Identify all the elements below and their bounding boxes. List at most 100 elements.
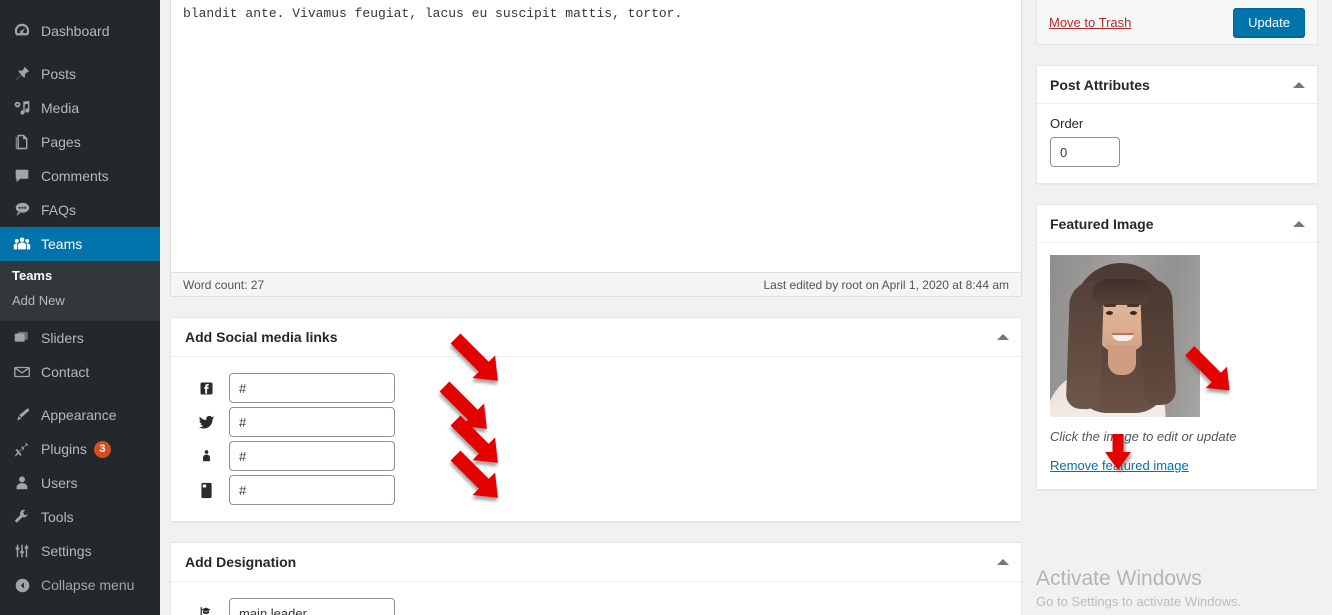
featured-image-header[interactable]: Featured Image [1037, 205, 1317, 243]
last-edited-label: Last edited by root on April 1, 2020 at … [763, 277, 1010, 292]
word-count-label: Word count: 27 [183, 277, 265, 292]
social-media-metabox-title: Add Social media links [185, 329, 338, 345]
pin-icon [12, 64, 32, 84]
sidebar-item-label: Contact [41, 364, 90, 380]
portrait-neck [1108, 345, 1136, 375]
sidebar-item-label: Teams [41, 236, 83, 252]
sidebar-item-label: Pages [41, 134, 81, 150]
side-column: Move to Trash Update Post Attributes Ord… [1036, 0, 1318, 490]
submenu-item-add-new[interactable]: Add New [0, 288, 160, 313]
sidebar-item-tools[interactable]: Tools [0, 500, 160, 534]
designation-metabox-header[interactable]: Add Designation [171, 543, 1021, 582]
sidebar-item-posts[interactable]: Posts [0, 57, 160, 91]
designation-metabox-title: Add Designation [185, 554, 297, 570]
featured-image-box: Featured Image Click the image to edit o… [1036, 204, 1318, 490]
social-media-metabox: Add Social media links [170, 317, 1022, 522]
social-field-facebook [183, 371, 1009, 405]
graduation-cap-flag-icon [183, 604, 229, 615]
post-body-column: blandit ante. Vivamus feugiat, lacus eu … [170, 0, 1030, 615]
linkedin-url-input[interactable] [229, 441, 395, 471]
plugins-update-badge: 3 [93, 440, 111, 458]
faq-bubble-icon [12, 200, 32, 220]
media-icon [12, 98, 32, 118]
sidebar-item-label: Sliders [41, 330, 84, 346]
publish-actions-box: Move to Trash Update [1036, 0, 1318, 45]
editor-content-text[interactable]: blandit ante. Vivamus feugiat, lacus eu … [171, 0, 1021, 272]
collapse-toggle-icon[interactable] [1293, 81, 1305, 88]
portrait-brow-left [1104, 304, 1116, 307]
social-field-linkedin [183, 439, 1009, 473]
portrait-brow-right [1127, 304, 1139, 307]
sidebar-item-contact[interactable]: Contact [0, 355, 160, 389]
teams-submenu: Teams Add New [0, 261, 160, 321]
sidebar-item-plugins[interactable]: Plugins 3 [0, 432, 160, 466]
sidebar-item-label: Comments [41, 168, 109, 184]
sliders-images-icon [12, 328, 32, 348]
watermark-title: Activate Windows [1036, 567, 1202, 590]
mobile-url-input[interactable] [229, 475, 395, 505]
pages-icon [12, 132, 32, 152]
collapse-toggle-icon[interactable] [997, 559, 1009, 565]
sidebar-item-label: Users [41, 475, 78, 491]
teams-group-icon [12, 234, 32, 254]
comments-icon [12, 166, 32, 186]
order-input[interactable] [1050, 137, 1120, 167]
collapse-toggle-icon[interactable] [997, 334, 1009, 340]
sidebar-item-label: Tools [41, 509, 74, 525]
sidebar-item-appearance[interactable]: Appearance [0, 398, 160, 432]
move-to-trash-link[interactable]: Move to Trash [1049, 15, 1131, 30]
sidebar-item-comments[interactable]: Comments [0, 159, 160, 193]
sidebar-item-media[interactable]: Media [0, 91, 160, 125]
portrait-eye-left [1106, 311, 1113, 315]
plug-icon [12, 439, 32, 459]
designation-metabox: Add Designation [170, 542, 1022, 615]
submenu-item-teams[interactable]: Teams [0, 263, 160, 288]
designation-field [183, 596, 1009, 615]
editor-status-bar: Word count: 27 Last edited by root on Ap… [171, 272, 1021, 296]
twitter-url-input[interactable] [229, 407, 395, 437]
sidebar-item-users[interactable]: Users [0, 466, 160, 500]
collapse-menu-button[interactable]: Collapse menu [0, 568, 160, 602]
brush-icon [12, 405, 32, 425]
order-label: Order [1050, 116, 1084, 131]
sidebar-item-pages[interactable]: Pages [0, 125, 160, 159]
linkedin-person-icon [183, 448, 229, 464]
remove-featured-image-link[interactable]: Remove featured image [1050, 458, 1189, 473]
sidebar-item-label: Dashboard [41, 23, 110, 39]
sidebar-item-label: Media [41, 100, 80, 116]
featured-image-thumbnail[interactable] [1050, 255, 1200, 417]
facebook-icon [183, 381, 229, 396]
sidebar-item-settings[interactable]: Settings [0, 534, 160, 568]
sidebar-item-label: Plugins [41, 441, 87, 457]
sidebar-item-dashboard[interactable]: Dashboard [0, 14, 160, 48]
twitter-icon [183, 414, 229, 431]
sidebar-item-faqs[interactable]: FAQs [0, 193, 160, 227]
watermark-subtitle: Go to Settings to activate Windows. [1036, 594, 1242, 609]
user-icon [12, 473, 32, 493]
designation-input[interactable] [229, 598, 395, 615]
dashboard-icon [12, 21, 32, 41]
post-attributes-box: Post Attributes Order [1036, 65, 1318, 184]
envelope-icon [12, 362, 32, 382]
post-attributes-body: Order [1037, 104, 1317, 183]
sidebar-item-sliders[interactable]: Sliders [0, 321, 160, 355]
collapse-toggle-icon[interactable] [1293, 220, 1305, 227]
portrait-eye-right [1130, 311, 1137, 315]
settings-sliders-icon [12, 541, 32, 561]
designation-metabox-body [171, 582, 1021, 615]
post-attributes-title: Post Attributes [1050, 76, 1150, 93]
wrench-icon [12, 507, 32, 527]
post-editor[interactable]: blandit ante. Vivamus feugiat, lacus eu … [170, 0, 1022, 297]
featured-image-caption: Click the image to edit or update [1050, 429, 1237, 444]
facebook-url-input[interactable] [229, 373, 395, 403]
featured-image-body: Click the image to edit or update Remove… [1037, 243, 1317, 489]
featured-image-title: Featured Image [1050, 215, 1154, 232]
social-field-mobile [183, 473, 1009, 507]
social-media-metabox-header[interactable]: Add Social media links [171, 318, 1021, 357]
sidebar-item-label: Settings [41, 543, 92, 559]
sidebar-item-teams[interactable]: Teams [0, 227, 160, 261]
admin-sidebar: Dashboard Posts Media Pages Comments FAQ… [0, 0, 160, 615]
post-attributes-header[interactable]: Post Attributes [1037, 66, 1317, 104]
update-button[interactable]: Update [1233, 7, 1305, 37]
social-media-metabox-body [171, 357, 1021, 521]
